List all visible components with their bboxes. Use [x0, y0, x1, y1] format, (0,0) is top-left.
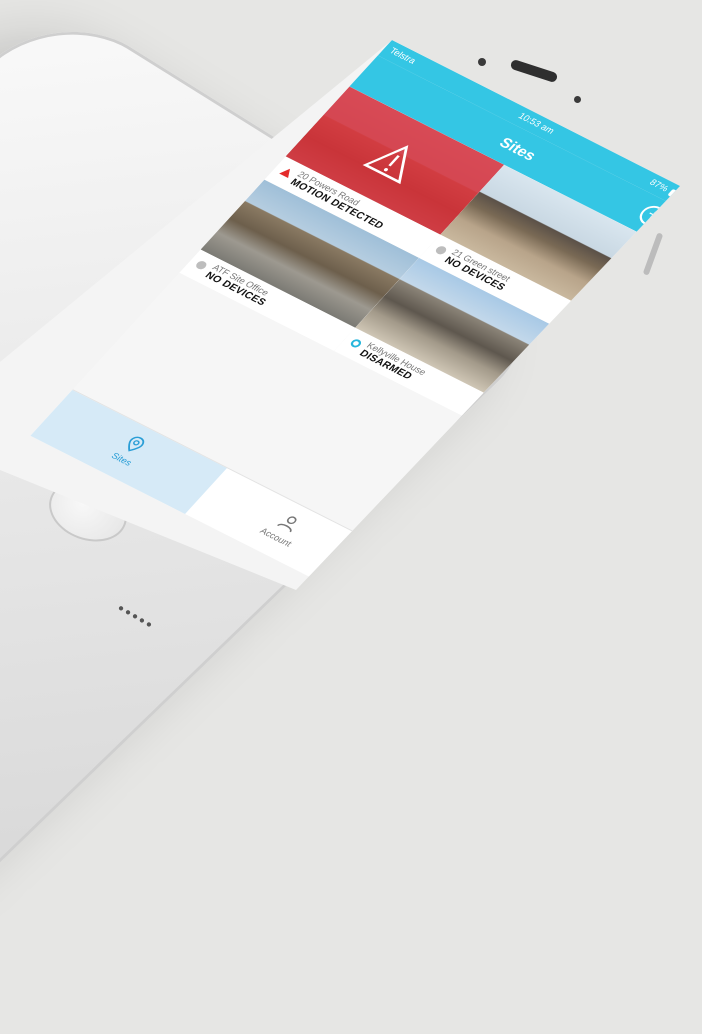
warning-icon — [362, 145, 409, 185]
user-icon — [276, 516, 297, 533]
status-dot-icon — [194, 259, 209, 271]
proximity-sensor — [574, 96, 581, 103]
earpiece-speaker — [509, 58, 559, 84]
front-camera — [478, 58, 486, 66]
power-button[interactable] — [642, 232, 664, 276]
status-dot-icon — [433, 244, 448, 256]
status-ring-icon — [348, 337, 363, 349]
location-pin-icon — [128, 436, 145, 452]
battery-label: 87% — [647, 177, 671, 194]
alert-triangle-icon — [279, 166, 295, 179]
